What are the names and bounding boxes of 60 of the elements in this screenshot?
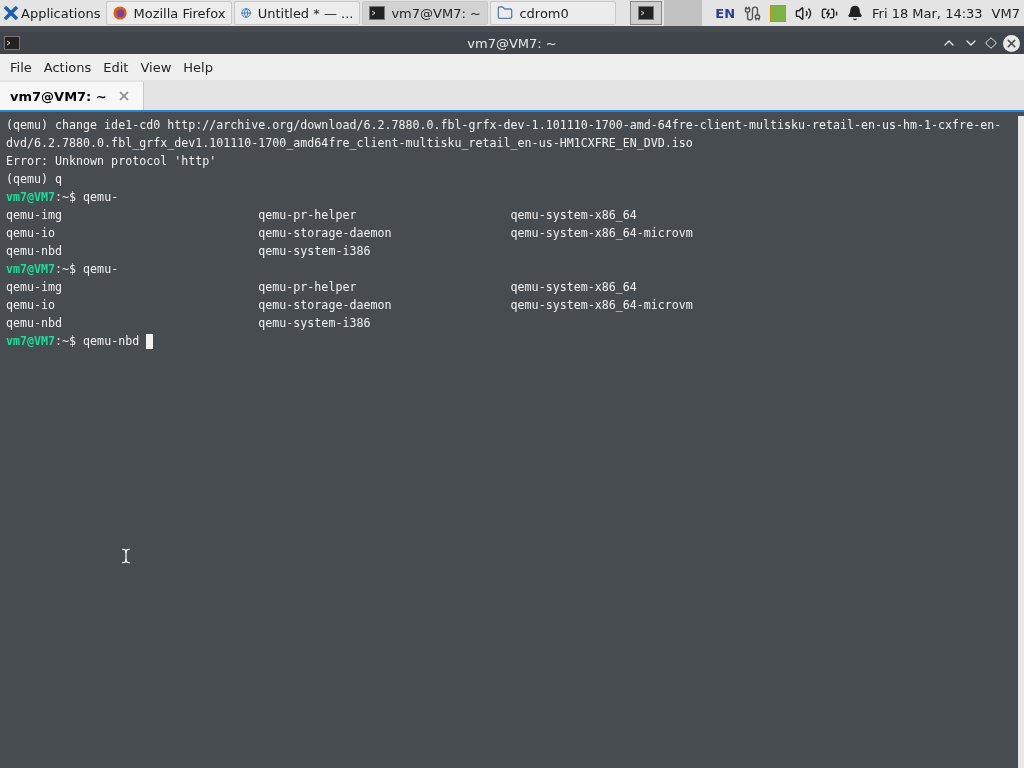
terminal-launcher[interactable]	[630, 1, 663, 25]
x-logo-icon	[4, 6, 18, 20]
completion-entry: qemu-system-x86_64-microvm	[510, 297, 694, 314]
completion-entry: qemu-system-i386	[258, 243, 372, 260]
completion-entry: qemu-nbd	[6, 243, 64, 260]
taskbar-button[interactable]: cdrom0	[490, 1, 617, 25]
globe-flame-icon	[113, 5, 128, 21]
keyboard-layout[interactable]: EN	[715, 5, 736, 21]
completion-entry: qemu-pr-helper	[258, 279, 358, 296]
prompt-path: :~$	[55, 189, 77, 206]
completion-entry: qemu-storage-daemon	[258, 297, 393, 314]
menu-item[interactable]: View	[134, 59, 178, 75]
menu-item[interactable]: Edit	[97, 59, 135, 75]
text-cursor	[146, 333, 154, 349]
applications-menu[interactable]: Applications	[0, 1, 105, 25]
completion-entry: qemu-system-i386	[258, 315, 372, 332]
menu-item[interactable]: Actions	[37, 59, 98, 75]
taskbar-button[interactable]: vm7@VM7: ~	[362, 1, 489, 25]
terminal-output: (qemu) q	[6, 171, 64, 188]
completion-entry: qemu-img	[6, 207, 64, 224]
maximize-icon[interactable]	[985, 37, 997, 49]
terminal-icon	[369, 6, 386, 20]
completion-entry: qemu-system-x86_64	[510, 207, 638, 224]
close-button[interactable]	[1003, 34, 1020, 52]
menu-item[interactable]: Help	[177, 59, 219, 75]
globe-icon	[241, 5, 252, 21]
completion-entry: qemu-img	[6, 279, 64, 296]
terminal-command: qemu-	[82, 261, 119, 278]
clock[interactable]: Fri 18 Mar, 14:33	[872, 5, 983, 21]
completion-entry: qemu-io	[6, 225, 57, 242]
network-icon[interactable]	[744, 4, 762, 22]
taskbar-button[interactable]: Mozilla Firefox	[106, 1, 233, 25]
prompt-user: vm7@VM7	[6, 189, 56, 206]
completion-entry: qemu-system-x86_64-microvm	[510, 225, 694, 242]
user-name[interactable]: VM7	[991, 5, 1020, 21]
notification-icon[interactable]	[847, 5, 864, 21]
menu-item[interactable]: File	[4, 59, 38, 75]
terminal-icon	[638, 6, 655, 20]
prompt-path: :~$	[55, 261, 77, 278]
taskbar-button[interactable]: Untitled * — ...	[234, 1, 361, 25]
prompt-user: vm7@VM7	[6, 333, 56, 350]
prompt-path: :~$	[55, 333, 77, 350]
window-icon	[4, 36, 20, 50]
completion-entry: qemu-storage-daemon	[258, 225, 393, 242]
close-icon	[1005, 36, 1018, 50]
folder-icon	[497, 5, 514, 21]
taskbar-gap	[664, 0, 703, 26]
volume-icon[interactable]	[795, 4, 813, 22]
terminal-command: qemu-nbd	[82, 333, 140, 350]
terminal-tab[interactable]: vm7@VM7: ~	[0, 82, 144, 110]
completion-entry: qemu-pr-helper	[258, 207, 358, 224]
completion-entry: qemu-system-x86_64	[510, 279, 638, 296]
terminal-command: qemu-	[82, 189, 119, 206]
window-title: vm7@VM7: ~	[467, 35, 557, 51]
scrollbar[interactable]	[1018, 116, 1024, 768]
terminal-output: (qemu) change ide1-cd0 http://archive.org/download/6.2.7880.0.fbl-grfx-dev-1.101110-1700-amd-64fre-client-multisku-retail-en-us-hm-1-cxfre-en-dvd/6.2.7880.0.fbl_grfx_dev1.101110-1700_amd64fre_client-multisku_retail_en-us-HM1CXFRE_EN_DVD.iso	[6, 117, 1002, 152]
terminal-output: Error: Unknown protocol 'http'	[6, 153, 218, 170]
prompt-user: vm7@VM7	[6, 261, 56, 278]
completion-entry: qemu-io	[6, 297, 57, 314]
completion-entry: qemu-nbd	[6, 315, 64, 332]
